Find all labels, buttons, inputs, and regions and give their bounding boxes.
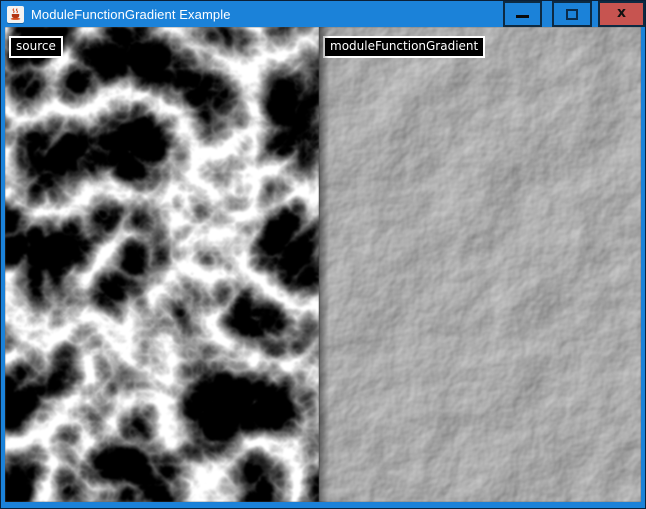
content-area: source moduleFunctionGra (5, 27, 641, 502)
window-controls: x (503, 1, 645, 27)
minimize-button[interactable] (503, 1, 542, 27)
source-image-label: source (9, 36, 63, 58)
close-icon: x (617, 6, 626, 20)
minimize-icon (516, 15, 529, 18)
maximize-button[interactable] (552, 1, 592, 27)
gradient-image-label: moduleFunctionGradient (323, 36, 485, 58)
source-noise-image (5, 27, 319, 502)
source-image-panel: source (5, 27, 319, 502)
window-title: ModuleFunctionGradient Example (31, 7, 231, 22)
gradient-noise-image (319, 27, 641, 502)
maximize-icon (566, 9, 578, 20)
close-button[interactable]: x (598, 1, 645, 27)
app-window: ModuleFunctionGradient Example x (0, 0, 646, 509)
gradient-image-panel: moduleFunctionGradient (319, 27, 641, 502)
java-coffee-cup-icon (7, 6, 24, 23)
